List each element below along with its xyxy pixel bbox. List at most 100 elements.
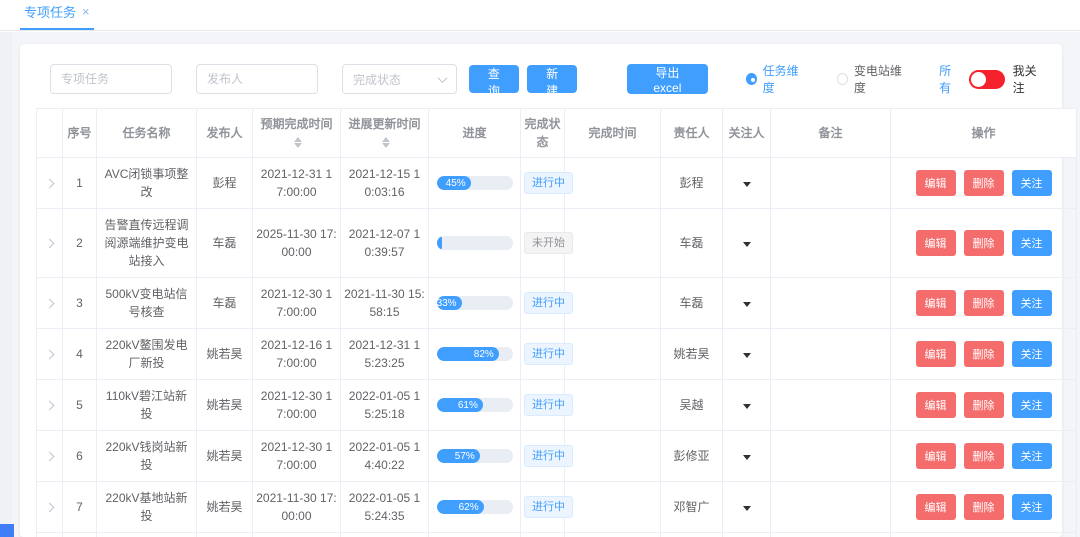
- edit-button[interactable]: 编辑: [916, 230, 956, 256]
- edit-button[interactable]: 编辑: [916, 392, 956, 418]
- follower-dropdown-icon[interactable]: [743, 302, 751, 307]
- task-name-cell: 220kV鳌围发电厂新投: [97, 329, 197, 380]
- chevron-right-icon[interactable]: [45, 179, 55, 189]
- chevron-right-icon[interactable]: [45, 299, 55, 309]
- expand-row-cell[interactable]: [37, 380, 63, 431]
- delete-button[interactable]: 删除: [964, 443, 1004, 469]
- row-number-cell: 4: [63, 329, 97, 380]
- column-header-label: 序号: [67, 126, 91, 140]
- follower-cell[interactable]: [723, 431, 771, 482]
- create-button[interactable]: 新建: [527, 65, 577, 93]
- follow-button[interactable]: 关注: [1012, 443, 1052, 469]
- edit-button[interactable]: 编辑: [916, 290, 956, 316]
- radio-substation-dimension[interactable]: 变电站维度: [837, 62, 909, 96]
- follow-toggle[interactable]: [969, 70, 1004, 89]
- finished-time-cell: [565, 431, 661, 482]
- table-row: 7220kV基地站新投姚若昊2021-11-30 17:00:002022-01…: [37, 482, 1077, 533]
- sort-icon[interactable]: [294, 137, 302, 148]
- task-name-input[interactable]: [50, 64, 172, 94]
- finished-time-cell: [565, 158, 661, 209]
- edit-button[interactable]: 编辑: [916, 494, 956, 520]
- status-badge: 进行中: [524, 172, 573, 195]
- progress-label: 62%: [459, 500, 479, 514]
- progress-bar: [437, 236, 513, 250]
- radio-selected-icon: [746, 73, 757, 85]
- follower-cell[interactable]: [723, 209, 771, 278]
- publisher-cell: 姚若昊: [197, 533, 253, 537]
- edit-button[interactable]: 编辑: [916, 443, 956, 469]
- publisher-cell: 姚若昊: [197, 431, 253, 482]
- follower-cell[interactable]: [723, 329, 771, 380]
- chevron-right-icon[interactable]: [45, 452, 55, 462]
- progress-cell: 82%: [429, 329, 521, 380]
- delete-button[interactable]: 删除: [964, 341, 1004, 367]
- chevron-right-icon[interactable]: [45, 350, 55, 360]
- sort-icon[interactable]: [382, 137, 390, 148]
- column-header: 操作: [891, 109, 1077, 158]
- delete-button[interactable]: 删除: [964, 392, 1004, 418]
- task-card: 完成状态 查询 新建 导出excel 任务维度 变电站维度 所有: [20, 44, 1062, 537]
- progress-bar: 61%: [437, 398, 513, 412]
- expand-row-cell[interactable]: [37, 278, 63, 329]
- follower-dropdown-icon[interactable]: [743, 242, 751, 247]
- expected-time-cell: 2021-11-30 17:00:00: [253, 482, 341, 533]
- follower-cell[interactable]: [723, 278, 771, 329]
- column-header[interactable]: 进展更新时间: [341, 109, 429, 158]
- expected-time-cell: 2025-11-30 17:00:00: [253, 209, 341, 278]
- export-excel-button[interactable]: 导出excel: [627, 64, 707, 94]
- expand-row-cell[interactable]: [37, 431, 63, 482]
- follower-dropdown-icon[interactable]: [743, 182, 751, 187]
- owner-cell: 邓智广: [661, 482, 723, 533]
- follower-cell[interactable]: [723, 482, 771, 533]
- actions-cell: 编辑删除关注: [891, 380, 1077, 431]
- edit-button[interactable]: 编辑: [916, 341, 956, 367]
- follow-button[interactable]: 关注: [1012, 341, 1052, 367]
- tab-close-icon[interactable]: ×: [82, 5, 90, 18]
- column-header-label: 备注: [818, 126, 842, 140]
- progress-cell: 61%: [429, 380, 521, 431]
- delete-button[interactable]: 删除: [964, 494, 1004, 520]
- chevron-right-icon[interactable]: [45, 239, 55, 249]
- follow-button[interactable]: 关注: [1012, 230, 1052, 256]
- expand-row-cell[interactable]: [37, 482, 63, 533]
- delete-button[interactable]: 删除: [964, 290, 1004, 316]
- remark-cell: [771, 278, 891, 329]
- expand-row-cell[interactable]: [37, 209, 63, 278]
- radio-task-dimension[interactable]: 任务维度: [746, 62, 807, 96]
- delete-button[interactable]: 删除: [964, 170, 1004, 196]
- chevron-right-icon[interactable]: [45, 401, 55, 411]
- delete-button[interactable]: 删除: [964, 230, 1004, 256]
- updated-time-cell: 2021-11-30 15:58:15: [341, 278, 429, 329]
- follower-cell[interactable]: [723, 158, 771, 209]
- follower-dropdown-icon[interactable]: [743, 353, 751, 358]
- status-select-placeholder: 完成状态: [353, 71, 401, 88]
- follow-button[interactable]: 关注: [1012, 170, 1052, 196]
- left-edge-strip: [0, 32, 12, 537]
- follow-button[interactable]: 关注: [1012, 290, 1052, 316]
- edit-button[interactable]: 编辑: [916, 170, 956, 196]
- follower-cell[interactable]: [723, 380, 771, 431]
- expected-time-cell: 2021-12-30 17:00:00: [253, 380, 341, 431]
- follower-cell[interactable]: [723, 533, 771, 537]
- follow-button[interactable]: 关注: [1012, 494, 1052, 520]
- status-select[interactable]: 完成状态: [342, 64, 457, 94]
- follower-dropdown-icon[interactable]: [743, 404, 751, 409]
- follower-dropdown-icon[interactable]: [743, 506, 751, 511]
- remark-cell: [771, 431, 891, 482]
- column-header[interactable]: 预期完成时间: [253, 109, 341, 158]
- expand-row-cell[interactable]: [37, 533, 63, 537]
- chevron-right-icon[interactable]: [45, 503, 55, 513]
- column-header: 发布人: [197, 109, 253, 158]
- publisher-input[interactable]: [196, 64, 318, 94]
- publisher-cell: 车磊: [197, 209, 253, 278]
- query-button[interactable]: 查询: [469, 65, 519, 93]
- actions-cell: 编辑删除关注: [891, 482, 1077, 533]
- expand-row-cell[interactable]: [37, 158, 63, 209]
- follower-dropdown-icon[interactable]: [743, 455, 751, 460]
- progress-bar: 62%: [437, 500, 513, 514]
- follow-button[interactable]: 关注: [1012, 392, 1052, 418]
- expand-row-cell[interactable]: [37, 329, 63, 380]
- tab-special-task[interactable]: 专项任务 ×: [20, 0, 94, 30]
- owner-cell: 车磊: [661, 278, 723, 329]
- column-header: 进度: [429, 109, 521, 158]
